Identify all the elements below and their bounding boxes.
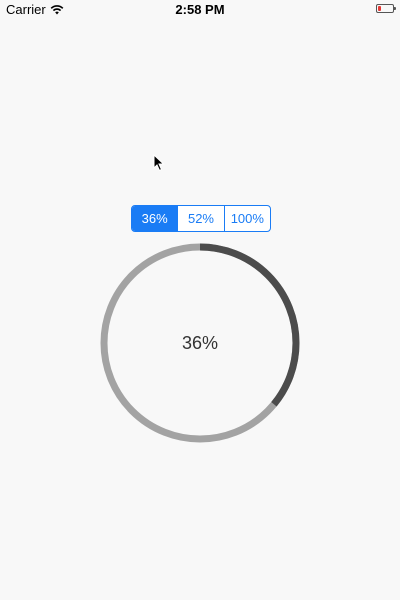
battery-icon [376,4,396,13]
segment-36[interactable]: 36% [132,206,178,231]
battery-level [378,6,381,11]
segment-100[interactable]: 100% [223,206,270,231]
segment-52-label: 52% [187,211,214,226]
segment-36-label: 36% [141,211,168,226]
cursor-icon [153,154,165,172]
segment-52[interactable]: 52% [177,206,223,231]
status-time: 2:58 PM [175,2,225,17]
screen: Carrier 2:58 PM 36% 52% 100% 36% [0,0,400,600]
segment-100-label: 100% [230,211,264,226]
percentage-segmented-control: 36% 52% 100% [131,205,271,232]
progress-ring: 36% [100,243,300,443]
progress-percentage-label: 36% [181,332,219,353]
status-bar: Carrier 2:58 PM [0,0,400,20]
